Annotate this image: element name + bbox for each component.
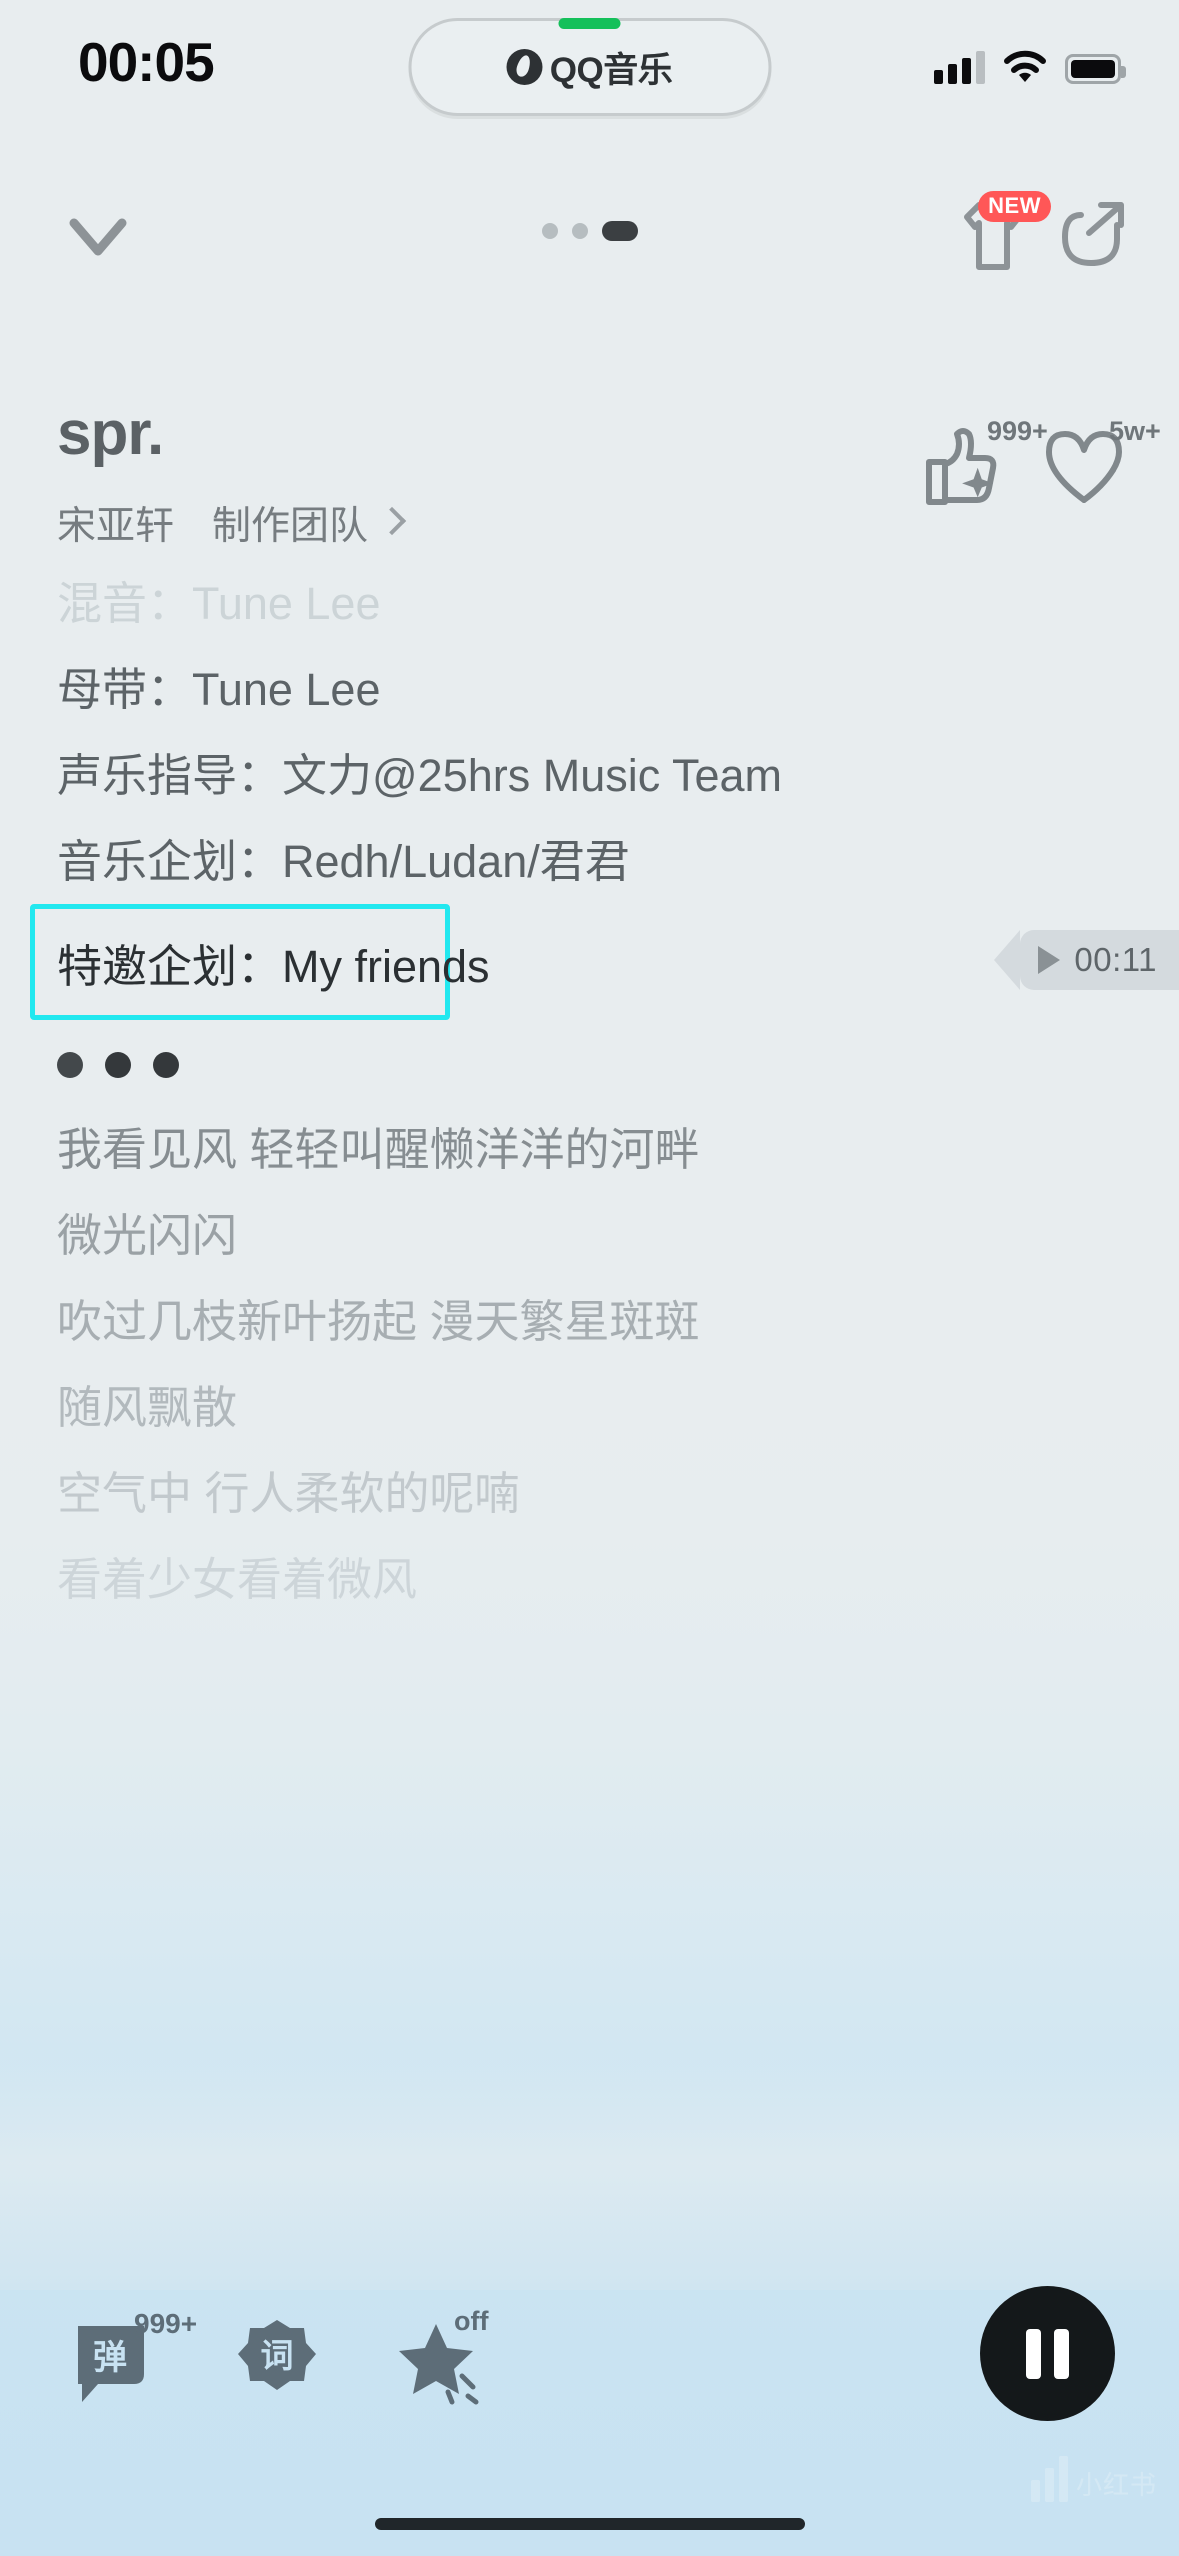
island-progress-indicator [558, 18, 621, 29]
pause-bar-right [1054, 2328, 1069, 2379]
wifi-icon [1003, 50, 1047, 84]
production-team-link[interactable]: 制作团队 [212, 495, 368, 551]
watermark-text: 小红书 [1075, 2470, 1157, 2500]
lyric-line-1[interactable]: 我看见风 轻轻叫醒懒洋洋的河畔 [0, 1106, 1179, 1192]
highlighted-credit-row[interactable]: 特邀企划：My friends 00:11 [0, 904, 1179, 1024]
chevron-right-icon[interactable] [377, 506, 407, 536]
like-count: 999+ [987, 416, 1048, 446]
watermark-bars-icon [1030, 2456, 1068, 2502]
interlude-dots [0, 1024, 1179, 1078]
svg-text:词: 词 [261, 2337, 294, 2374]
credit-line-guest-planning[interactable]: 特邀企划：My friends [57, 904, 490, 1020]
lyrics-flower-icon[interactable]: 词 [234, 2314, 320, 2406]
chevron-down-icon[interactable] [58, 207, 138, 267]
favorite-button[interactable]: 5w+ [1041, 416, 1161, 510]
credit-line-mixing[interactable]: 混音：Tune Lee [0, 560, 1179, 646]
pause-button[interactable] [980, 2286, 1115, 2421]
reaction-buttons: 999+ 5w+ [919, 416, 1161, 510]
effects-state-label: off [454, 2306, 489, 2336]
lyric-line-3[interactable]: 吹过几枝新叶扬起 漫天繁星斑斑 [0, 1278, 1179, 1364]
app-watermark: 小红书 [1030, 2456, 1157, 2502]
seek-time-tooltip[interactable]: 00:11 [994, 930, 1179, 990]
lyric-line-4[interactable]: 随风飘散 [0, 1364, 1179, 1450]
song-title: spr. [57, 399, 164, 468]
home-indicator[interactable] [374, 2518, 805, 2530]
share-arrow-icon[interactable] [1055, 195, 1131, 277]
interlude-dot-2 [105, 1052, 131, 1078]
song-subtitle: 宋亚轩 制作团队 [57, 495, 407, 551]
cellular-signal-icon [934, 48, 985, 84]
svg-text:弹: 弹 [93, 2339, 127, 2377]
status-bar: 00:05 QQ音乐 [0, 0, 1179, 140]
seek-time-label: 00:11 [1074, 941, 1157, 978]
danmaku-bubble-icon[interactable]: 弹 999+ [72, 2308, 197, 2406]
interlude-dot-1 [57, 1052, 83, 1078]
page-dot-3-active[interactable] [601, 221, 638, 241]
pause-bar-left [1026, 2328, 1041, 2379]
dynamic-island-label: QQ音乐 [549, 50, 673, 90]
credit-line-vocal-coach[interactable]: 声乐指导：文力@25hrs Music Team [0, 732, 1179, 818]
danmaku-count: 999+ [134, 2308, 198, 2339]
player-nav-bar: NEW [0, 185, 1179, 295]
star-sparkle-icon[interactable]: off [396, 2306, 488, 2406]
lyric-line-2[interactable]: 微光闪闪 [0, 1192, 1179, 1278]
lyrics-credits-list: 混音：Tune Lee 母带：Tune Lee 声乐指导：文力@25hrs Mu… [0, 560, 1179, 1622]
lyric-line-5[interactable]: 空气中 行人柔软的呢喃 [0, 1450, 1179, 1536]
music-player-screen: 00:05 QQ音乐 NEW spr. 宋亚轩 制作团队 999+ 5w+ 混音… [0, 0, 1179, 2556]
battery-full-icon [1065, 54, 1126, 84]
credit-line-music-planning[interactable]: 音乐企划：Redh/Ludan/君君 [0, 818, 1179, 904]
lyric-line-6[interactable]: 看着少女看着微风 [0, 1536, 1179, 1622]
tshirt-icon[interactable]: NEW [953, 191, 1051, 277]
interlude-dot-3 [153, 1052, 179, 1078]
new-badge: NEW [978, 191, 1051, 222]
page-dot-2[interactable] [571, 223, 588, 239]
artist-name[interactable]: 宋亚轩 [57, 495, 174, 551]
play-triangle-icon[interactable] [1038, 946, 1061, 974]
favorite-count: 5w+ [1109, 416, 1161, 446]
dynamic-island[interactable]: QQ音乐 [408, 18, 771, 116]
qq-music-logo-icon [506, 49, 543, 85]
credit-line-mastering[interactable]: 母带：Tune Lee [0, 646, 1179, 732]
player-bottom-bar: 弹 999+ 词 off 小红书 [0, 2226, 1179, 2556]
page-dot-1[interactable] [541, 223, 558, 239]
like-button[interactable]: 999+ [919, 416, 1048, 510]
page-indicator[interactable] [541, 221, 638, 241]
status-time: 00:05 [78, 31, 215, 93]
